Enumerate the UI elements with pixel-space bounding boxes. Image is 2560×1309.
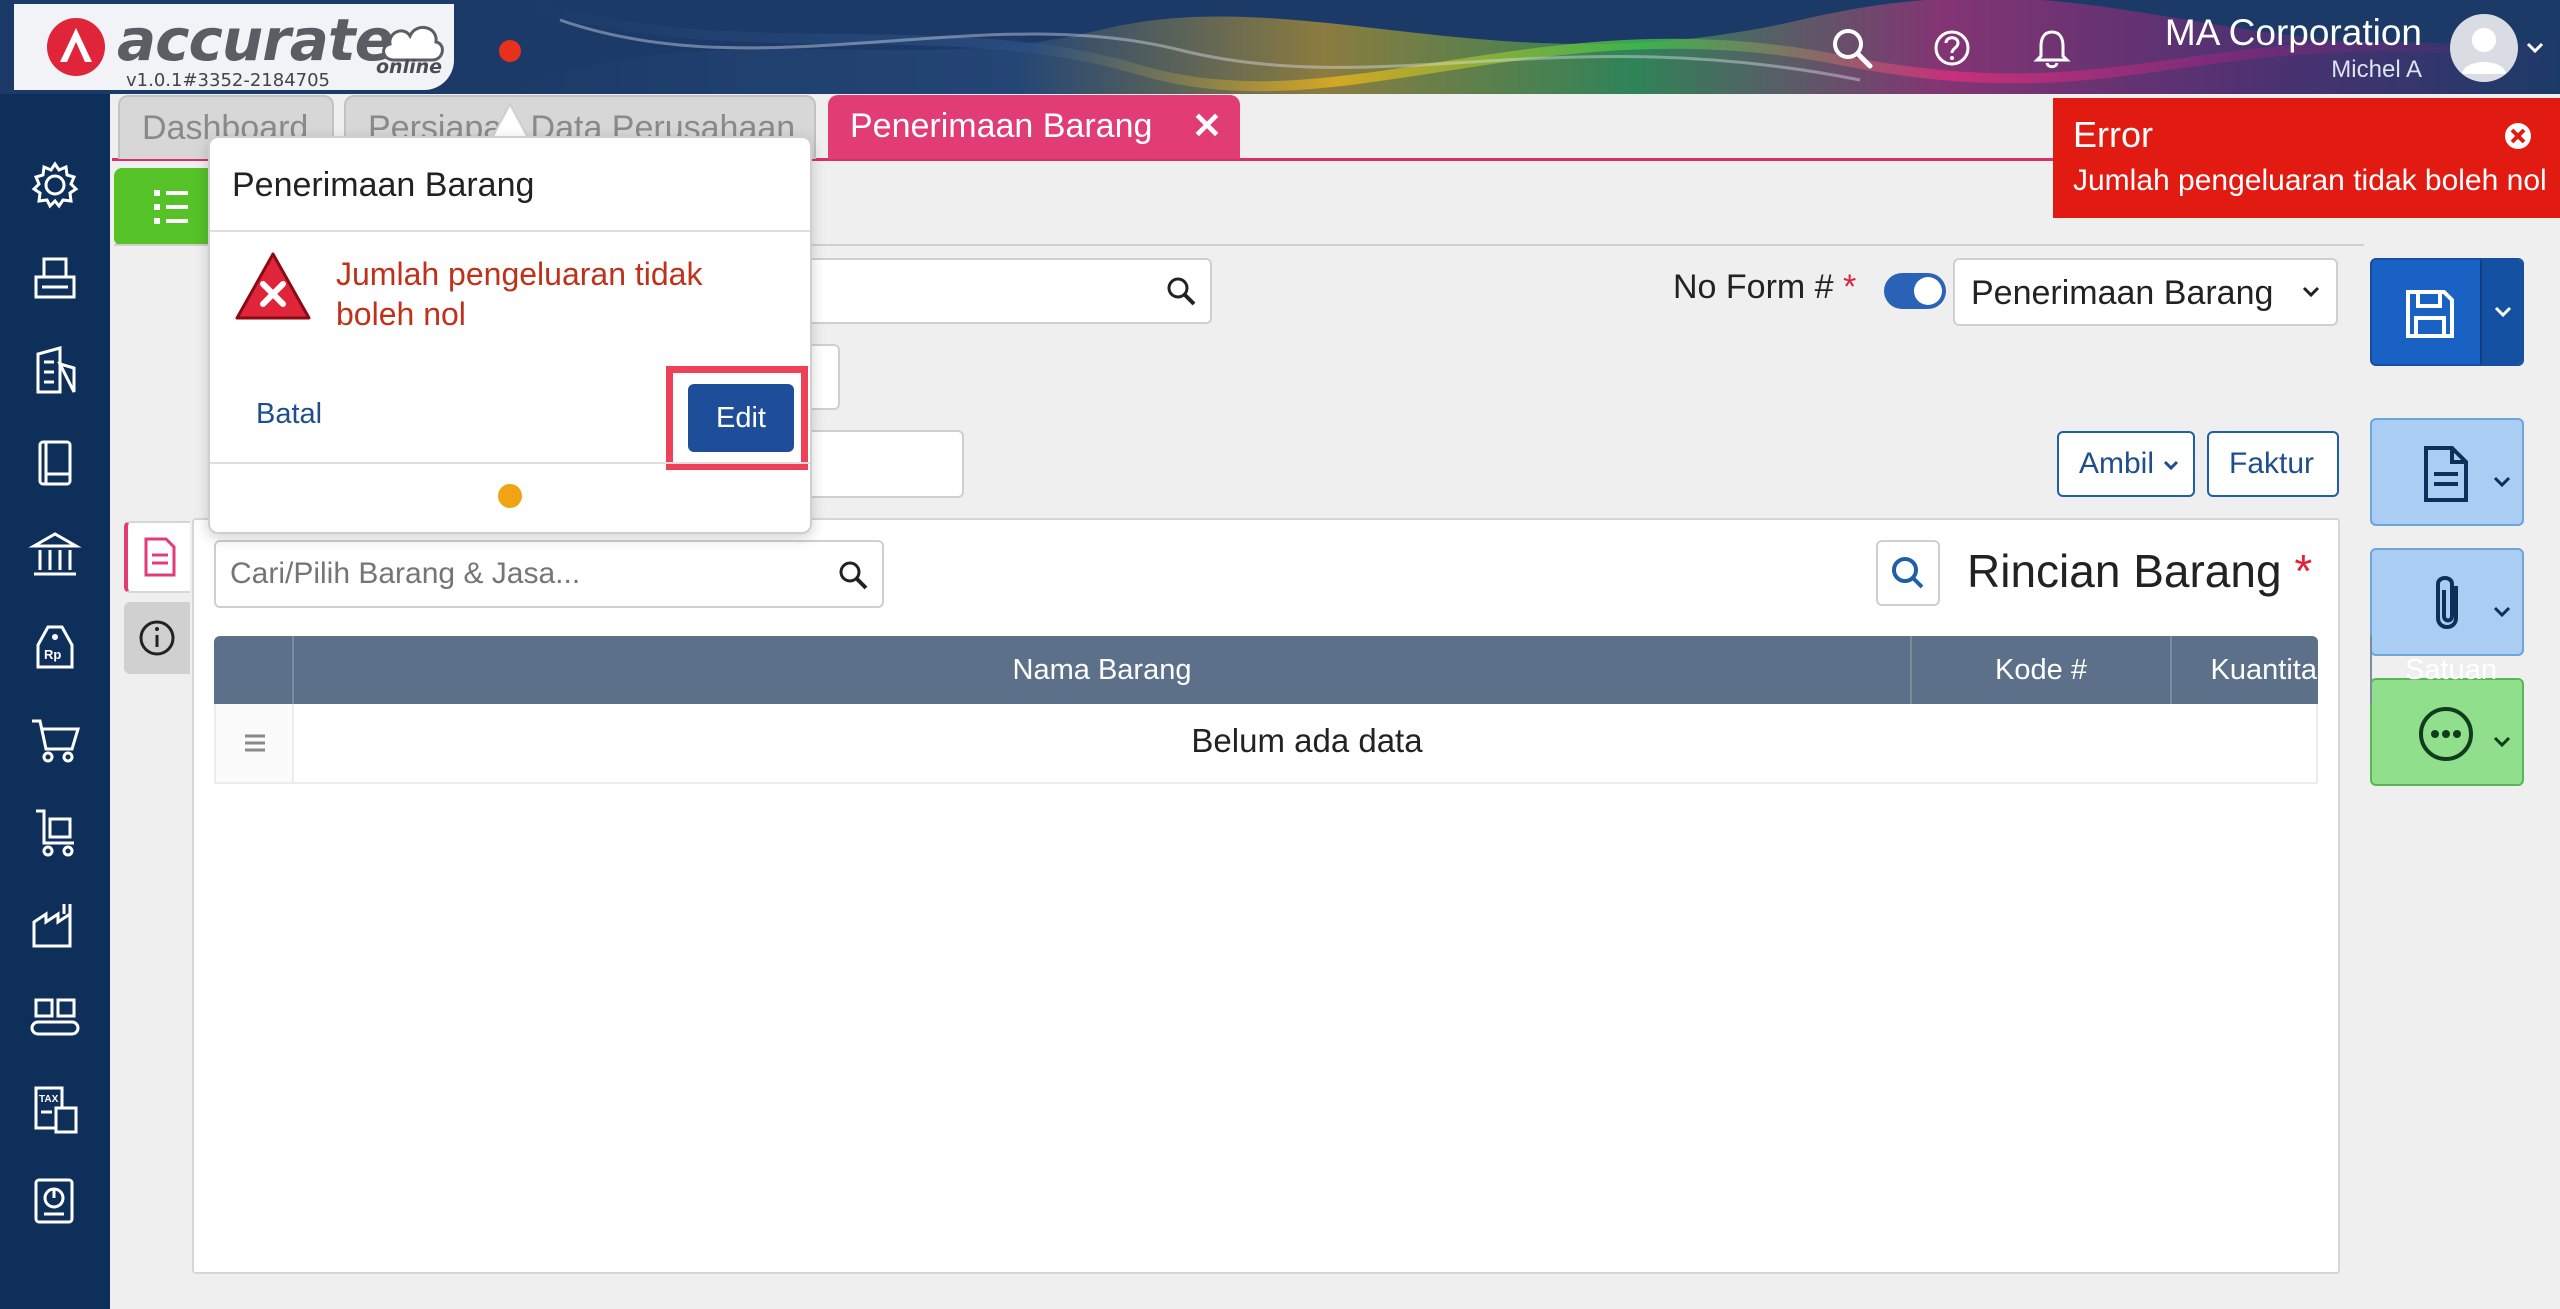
document-icon <box>2424 446 2468 502</box>
empty-table-message: Belum ada data <box>1191 722 1423 759</box>
table-row: Belum ada data <box>214 704 2318 784</box>
logo-subtext: online <box>376 56 443 78</box>
tax-icon[interactable]: TAX <box>26 1080 84 1138</box>
svg-text:TAX: TAX <box>39 1094 59 1105</box>
detail-panel <box>192 518 2340 1274</box>
svg-text:Rp: Rp <box>44 647 61 662</box>
book-icon[interactable] <box>26 434 84 492</box>
dialog-title: Penerimaan Barang <box>232 166 535 204</box>
form-type-select[interactable]: Penerimaan Barang <box>1953 258 2338 326</box>
conveyor-icon[interactable] <box>26 988 84 1046</box>
search-icon[interactable] <box>1164 274 1198 308</box>
item-search-input[interactable] <box>214 540 884 608</box>
search-icon[interactable] <box>836 558 870 592</box>
building-icon[interactable] <box>26 342 84 400</box>
chevron-down-icon <box>2302 286 2320 298</box>
form-type-value: Penerimaan Barang <box>1971 274 2274 312</box>
avatar-icon <box>2462 28 2506 74</box>
list-view-button[interactable] <box>114 168 210 246</box>
error-toast: Error Jumlah pengeluaran tidak boleh nol <box>2053 98 2560 218</box>
popover-arrow <box>490 101 530 140</box>
fax-icon[interactable] <box>26 249 84 307</box>
price-tag-icon[interactable]: Rp <box>26 619 84 677</box>
tab-label: Penerimaan Barang <box>850 107 1153 145</box>
tab-detail-items[interactable] <box>124 521 190 593</box>
dialog-message: Jumlah pengeluaran tidak boleh nol <box>336 256 703 332</box>
purchase-cart-icon[interactable] <box>26 803 84 861</box>
faktur-button[interactable]: Faktur <box>2207 431 2339 497</box>
column-header-satuan[interactable]: Satuan <box>2370 636 2530 704</box>
dialog-divider <box>210 462 810 464</box>
help-icon[interactable] <box>1930 26 1974 70</box>
save-options-toggle[interactable] <box>2480 260 2522 364</box>
more-icon <box>2419 707 2473 761</box>
save-button[interactable] <box>2370 258 2524 366</box>
logo-text: accurate <box>117 6 394 74</box>
ambil-label: Ambil <box>2079 447 2155 480</box>
company-name[interactable]: MA Corporation <box>2165 12 2422 54</box>
bank-icon[interactable] <box>26 526 84 584</box>
toast-title: Error <box>2073 114 2153 155</box>
logo-area[interactable]: accurate online v1.0.1#3352-2184705 <box>14 4 454 91</box>
column-header-kode[interactable]: Kode # <box>1910 636 2170 704</box>
top-header: accurate online v1.0.1#3352-2184705 MA C… <box>0 0 2560 94</box>
details-title: Rincian Barang * <box>1967 544 2312 598</box>
error-dialog: Penerimaan Barang Jumlah pengeluaran tid… <box>208 136 812 534</box>
main-sidebar: Rp TAX <box>0 94 110 1309</box>
save-icon <box>2406 290 2454 338</box>
no-form-label: No Form # * <box>1673 268 1856 307</box>
dialog-divider <box>210 230 810 232</box>
ambil-button[interactable]: Ambil <box>2057 431 2195 497</box>
item-lookup-button[interactable] <box>1876 540 1940 606</box>
column-header-kuantitas[interactable]: Kuantitas <box>2170 636 2370 704</box>
tab-penerimaan-barang[interactable]: Penerimaan Barang ✕ <box>828 95 1240 159</box>
cart-icon[interactable] <box>26 711 84 769</box>
gear-icon[interactable] <box>26 156 84 214</box>
required-mark: * <box>2294 545 2313 597</box>
chevron-down-icon <box>2164 461 2179 471</box>
no-form-label-text: No Form # <box>1673 268 1834 306</box>
cancel-button[interactable]: Batal <box>256 398 322 431</box>
toggle-knob <box>1914 277 1942 305</box>
search-icon <box>1892 557 1924 589</box>
info-icon <box>139 620 175 656</box>
chevron-down-icon <box>2494 306 2512 318</box>
paperclip-icon <box>2436 576 2458 629</box>
close-icon[interactable] <box>2502 120 2534 152</box>
chevron-down-icon[interactable] <box>2524 36 2546 58</box>
app-version: v1.0.1#3352-2184705 <box>126 70 331 91</box>
chevron-down-icon <box>2493 736 2511 748</box>
warning-icon <box>235 252 311 320</box>
items-table-header: Nama Barang Kode # Kuantitas Satuan <box>214 636 2497 704</box>
edit-button[interactable]: Edit <box>688 384 794 452</box>
close-icon[interactable]: ✕ <box>1192 105 1222 147</box>
search-icon[interactable] <box>1830 26 1874 70</box>
report-icon[interactable] <box>26 1172 84 1230</box>
pagination-dot[interactable] <box>498 484 522 508</box>
toast-message: Jumlah pengeluaran tidak boleh nol <box>2073 164 2547 197</box>
avatar[interactable] <box>2450 14 2518 82</box>
bell-icon[interactable] <box>2030 26 2074 70</box>
tab-info[interactable] <box>124 602 190 674</box>
item-search-field[interactable] <box>230 554 810 594</box>
column-header-nama-barang[interactable]: Nama Barang <box>292 636 1910 704</box>
print-document-button[interactable] <box>2370 418 2524 526</box>
user-name[interactable]: Michel A <box>2331 56 2422 84</box>
factory-icon[interactable] <box>26 896 84 954</box>
status-dot <box>499 40 521 62</box>
accurate-logo-icon <box>47 18 105 76</box>
document-icon <box>144 537 176 577</box>
required-mark: * <box>1843 268 1857 306</box>
chevron-down-icon <box>2493 476 2511 488</box>
list-icon <box>154 190 188 224</box>
details-title-text: Rincian Barang <box>1967 545 2282 597</box>
chevron-down-icon <box>2493 606 2511 618</box>
auto-number-toggle[interactable] <box>1884 273 1946 309</box>
